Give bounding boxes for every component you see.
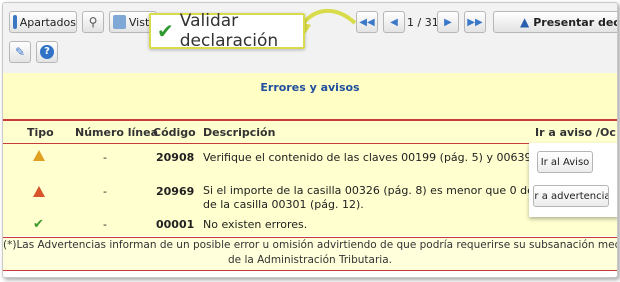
row-codigo: 20969 — [156, 185, 195, 198]
row-descripcion-line2: de la casilla 00301 (pág. 12). — [203, 198, 364, 211]
search-icon: ⚲ — [88, 15, 98, 29]
validar-label: Validar declaración — [179, 11, 279, 51]
panel-title: Errores y avisos — [260, 81, 360, 94]
vista-icon — [113, 15, 126, 29]
apartados-icon — [13, 15, 17, 29]
row-codigo: 00001 — [156, 218, 195, 231]
row-descripcion: No existen errores. — [203, 218, 308, 231]
footnote-line2: de la Administración Tributaria. — [228, 254, 392, 266]
apartados-label: Apartados — [19, 15, 76, 29]
col-descripcion: Descripción — [203, 126, 276, 139]
ir-al-aviso-button[interactable]: Ir al Aviso — [537, 151, 593, 173]
pointer-arrow — [297, 8, 357, 37]
table-row: ✔ - 00001 No existen errores. — [3, 214, 617, 236]
table-header: Tipo Número línea Código Descripción Ir … — [3, 121, 617, 152]
presentar-button[interactable]: ▲ Presentar declara — [493, 11, 618, 33]
presentar-label: Presentar declara — [533, 15, 618, 29]
nav-next-button[interactable]: ▶ — [437, 11, 459, 33]
row-linea: - — [103, 151, 107, 164]
row-linea: - — [103, 218, 107, 231]
nav-last-button[interactable]: ▶▶ — [464, 11, 486, 33]
warning-icon — [33, 186, 45, 197]
row-codigo: 20908 — [156, 151, 195, 164]
table-row: - 20908 Verifique el contenido de las cl… — [3, 144, 617, 180]
help-button[interactable]: ? — [36, 41, 58, 63]
col-oc: Oc — [600, 126, 616, 139]
edit-button[interactable]: ✎ — [9, 41, 31, 63]
col-numero-linea: Número línea — [75, 126, 159, 139]
row-descripcion: Verifique el contenido de las claves 001… — [203, 151, 586, 164]
warning-icon — [33, 150, 45, 161]
check-icon: ✔ — [33, 217, 44, 232]
help-icon: ? — [40, 45, 54, 59]
apartados-button[interactable]: Apartados — [9, 11, 77, 33]
col-codigo: Código — [153, 126, 196, 139]
table-row: - 20969 Si el importe de la casilla 0032… — [3, 180, 617, 214]
col-tipo: Tipo — [27, 126, 54, 139]
nav-prev-button[interactable]: ◀ — [383, 11, 405, 33]
nav-next-icon: ▶ — [444, 16, 452, 28]
page-indicator: 1 / 31 — [407, 16, 439, 29]
app-window: Apartados ⚲ Vista ◀◀ ◀ 1 / 31 ▶ ▶▶ ▲ Pre… — [2, 2, 618, 278]
row-linea: - — [103, 185, 107, 198]
edit-icon: ✎ — [14, 45, 26, 59]
action-column: Ir al Aviso Ir a advertencia — [529, 143, 617, 217]
nav-prev-icon: ◀ — [390, 16, 398, 28]
search-button[interactable]: ⚲ — [82, 11, 104, 33]
nav-last-icon: ▶▶ — [467, 16, 483, 28]
ir-a-advertencia-button[interactable]: Ir a advertencia — [533, 185, 609, 207]
footnote-line1: (*)Las Advertencias informan de un posib… — [3, 239, 617, 251]
check-icon: ✔ — [157, 19, 174, 43]
presentar-icon: ▲ — [520, 15, 530, 29]
validar-declaracion-button[interactable]: ✔ Validar declaración — [149, 11, 305, 51]
footnote: (*)Las Advertencias informan de un posib… — [3, 237, 617, 271]
